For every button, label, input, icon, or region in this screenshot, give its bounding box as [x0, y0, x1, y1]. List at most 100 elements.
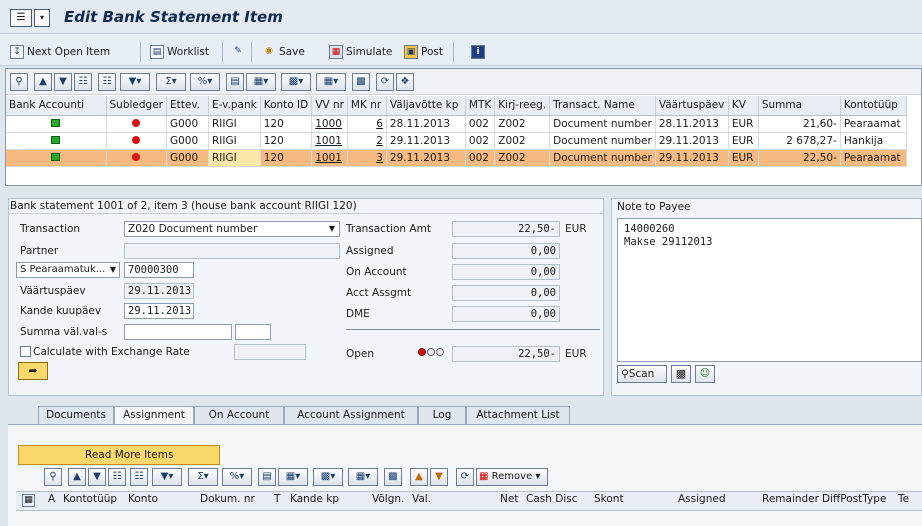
other-document-button[interactable]: ✎: [231, 44, 245, 60]
refresh-icon[interactable]: ⟳: [456, 468, 474, 486]
column-header[interactable]: Assigned: [678, 493, 726, 505]
print-preview-icon[interactable]: ▤: [258, 468, 276, 486]
column-header[interactable]: E-v.pank: [208, 96, 261, 116]
tab-on-account[interactable]: On Account: [194, 406, 284, 424]
find-next-icon[interactable]: ☷: [130, 468, 148, 486]
note-text-area[interactable]: 14000260 Makse 29112013: [617, 218, 922, 362]
views-icon[interactable]: ▦▾: [348, 468, 378, 486]
save-button[interactable]: ◉ Save: [262, 44, 305, 60]
column-header[interactable]: Ettev.: [166, 96, 209, 116]
sort-ascending-icon[interactable]: ▲: [68, 468, 86, 486]
column-header[interactable]: MK nr: [347, 96, 387, 116]
foreign-amount-field[interactable]: [124, 324, 232, 340]
export-icon[interactable]: ▦▾: [246, 73, 276, 91]
foreign-currency-field[interactable]: [235, 324, 271, 340]
filter-icon[interactable]: ▼: [88, 468, 106, 486]
abc-analysis-icon[interactable]: ▩: [352, 73, 370, 91]
tab-attachment-list[interactable]: Attachment List: [466, 406, 570, 424]
tab-documents[interactable]: Documents: [38, 406, 114, 424]
statement-link[interactable]: 1000: [311, 115, 348, 133]
table-row[interactable]: G000 RIIGI 120 1000 6 28.11.2013 002 Z00…: [6, 115, 907, 133]
layout-icon[interactable]: ▩▾: [281, 73, 311, 91]
column-header[interactable]: Skont: [594, 493, 624, 505]
abc-analysis-icon[interactable]: ▩: [384, 468, 402, 486]
column-header[interactable]: Kontotüüp: [840, 96, 907, 116]
find-next-icon[interactable]: ☷: [98, 73, 116, 91]
column-header[interactable]: Väljavõtte kp: [386, 96, 466, 116]
item-link[interactable]: 3: [347, 149, 387, 167]
print-preview-icon[interactable]: ▤: [226, 73, 244, 91]
account-field[interactable]: 70000300: [124, 262, 194, 278]
value-date-field[interactable]: 29.11.2013: [124, 283, 194, 299]
execute-button[interactable]: ➦: [18, 362, 48, 380]
partner-field[interactable]: [124, 243, 340, 259]
trash-icon[interactable]: ▩: [671, 365, 691, 383]
column-header[interactable]: Kande kp: [290, 493, 339, 505]
column-header[interactable]: Te: [898, 493, 909, 505]
table-row-selected[interactable]: G000 RIIGI 120 1001 3 29.11.2013 002 Z00…: [6, 149, 907, 167]
column-header[interactable]: T: [274, 493, 280, 505]
column-header[interactable]: Summa: [758, 96, 841, 116]
column-header[interactable]: Väärtuspäev: [655, 96, 729, 116]
remove-button[interactable]: ▦ Remove ▾: [476, 468, 548, 486]
column-header[interactable]: Kontotüüp: [63, 493, 117, 505]
column-header[interactable]: Remainder: [762, 493, 819, 505]
worklist-button[interactable]: ▤ Worklist: [150, 44, 209, 60]
details-icon[interactable]: ⚲: [44, 468, 62, 486]
column-header[interactable]: Transact. Name: [549, 96, 656, 116]
column-header[interactable]: Val.: [412, 493, 431, 505]
column-header[interactable]: A: [48, 493, 55, 505]
info-button[interactable]: i: [471, 44, 485, 60]
column-header[interactable]: Bank Accounti: [6, 96, 107, 116]
column-header[interactable]: Cash Disc: [526, 493, 577, 505]
column-header[interactable]: MTK: [465, 96, 496, 116]
sort-ascending-icon[interactable]: ▲: [34, 73, 52, 91]
tab-assignment[interactable]: Assignment: [114, 406, 194, 424]
graphics-icon[interactable]: ❖: [396, 73, 414, 91]
column-header[interactable]: Võlgn.: [372, 493, 404, 505]
system-menu-icon[interactable]: ☰: [10, 9, 32, 27]
set-filter-icon[interactable]: ▼▾: [152, 468, 182, 486]
statement-link[interactable]: 1001: [311, 132, 348, 150]
views-icon[interactable]: ▦▾: [316, 73, 346, 91]
item-link[interactable]: 6: [347, 115, 387, 133]
tab-log[interactable]: Log: [418, 406, 466, 424]
next-open-item-button[interactable]: ↧ Next Open Item: [10, 44, 110, 60]
total-icon[interactable]: Σ▾: [188, 468, 218, 486]
refresh-icon[interactable]: ⟳: [376, 73, 394, 91]
details-icon[interactable]: ⚲: [10, 73, 28, 91]
post-button[interactable]: ▣ Post: [404, 44, 443, 60]
transaction-select[interactable]: Z020 Document number ▼: [124, 221, 340, 237]
column-header[interactable]: DiffPostType: [822, 493, 886, 505]
layout-icon[interactable]: ▩▾: [313, 468, 343, 486]
filter-icon[interactable]: ▼: [54, 73, 72, 91]
menu-dropdown-icon[interactable]: ▾: [34, 9, 50, 27]
column-header[interactable]: Konto: [128, 493, 158, 505]
exchange-rate-checkbox[interactable]: [20, 346, 31, 357]
deselect-all-icon[interactable]: ▼: [430, 468, 448, 486]
select-all-icon[interactable]: ▲: [410, 468, 428, 486]
item-link[interactable]: 2: [347, 132, 387, 150]
set-filter-icon[interactable]: ▼▾: [120, 73, 150, 91]
column-header[interactable]: Net: [500, 493, 518, 505]
column-header[interactable]: VV nr: [311, 96, 348, 116]
subtotal-icon[interactable]: %▾: [222, 468, 252, 486]
account-type-select[interactable]: S Pearaamatuk... ▼: [16, 262, 120, 278]
column-header[interactable]: Konto ID: [260, 96, 313, 116]
column-header[interactable]: KV: [728, 96, 759, 116]
find-icon[interactable]: ☷: [74, 73, 92, 91]
select-all-rows-icon[interactable]: ▦: [22, 494, 35, 507]
total-icon[interactable]: Σ▾: [156, 73, 186, 91]
read-more-items-button[interactable]: Read More Items: [18, 445, 220, 465]
subtotal-icon[interactable]: %▾: [190, 73, 220, 91]
column-header[interactable]: Kirj-reeg.: [494, 96, 551, 116]
posting-date-field[interactable]: 29.11.2013: [124, 303, 194, 319]
business-partner-icon[interactable]: ☺: [695, 365, 715, 383]
scan-button[interactable]: ⚲Scan: [617, 365, 667, 383]
find-icon[interactable]: ☷: [108, 468, 126, 486]
statement-link[interactable]: 1001: [311, 149, 348, 167]
export-icon[interactable]: ▦▾: [278, 468, 308, 486]
exchange-rate-field[interactable]: [234, 344, 306, 360]
tab-account-assignment[interactable]: Account Assignment: [284, 406, 418, 424]
simulate-button[interactable]: ▦ Simulate: [329, 44, 392, 60]
